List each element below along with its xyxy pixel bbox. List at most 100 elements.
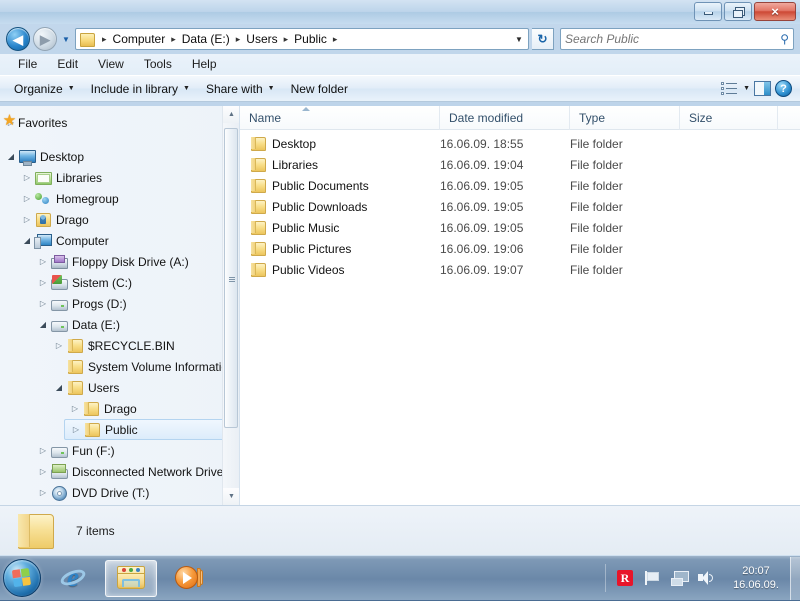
expand-triangle-icon[interactable]: ▷ [36, 446, 50, 455]
folder-icon [249, 157, 267, 173]
menu-edit[interactable]: Edit [47, 54, 88, 75]
navigation-scrollbar[interactable]: ▲ ▼ [222, 106, 239, 505]
menu-file[interactable]: File [8, 54, 47, 75]
address-breadcrumb-bar[interactable]: ▸ Computer ▸ Data (E:) ▸ Users ▸ Public … [75, 28, 529, 50]
tree-item-drago[interactable]: ▷ Drago [64, 398, 239, 419]
refresh-button[interactable]: ↻ [532, 28, 554, 50]
taskbar: e R 20:07 16.06.09. [0, 555, 800, 600]
expand-triangle-icon[interactable]: ▷ [36, 278, 50, 287]
tree-item-dvd-drive-t[interactable]: ▷ DVD Drive (T:) [32, 482, 239, 503]
collapse-triangle-icon[interactable]: ◢ [4, 152, 18, 161]
table-row[interactable]: Public Documents 16.06.09. 19:05 File fold… [240, 175, 800, 196]
tree-item-sistem-c[interactable]: ▷ Sistem (C:) [32, 272, 239, 293]
expand-triangle-icon[interactable]: ▷ [36, 299, 50, 308]
breadcrumb-separator[interactable]: ▸ [232, 34, 245, 45]
expand-triangle-icon[interactable]: ▷ [20, 173, 34, 182]
tree-item-recycle-bin[interactable]: ▷ $RECYCLE.BIN [48, 335, 239, 356]
main-body: ▷ ★ Favorites ◢ Desktop ▷ Libraries ▷ Homegroup ▷… [0, 105, 800, 505]
organize-button[interactable]: Organize ▼ [6, 78, 83, 100]
collapse-triangle-icon[interactable]: ◢ [36, 320, 50, 329]
avira-tray-button[interactable]: R [614, 567, 636, 589]
help-icon[interactable]: ? [775, 80, 792, 97]
expand-triangle-icon[interactable]: ▷ [36, 467, 50, 476]
table-row[interactable]: Desktop 16.06.09. 18:55 File folder [240, 133, 800, 154]
tree-item-favorites[interactable]: ▷ ★ Favorites [0, 112, 239, 133]
tree-item-users[interactable]: ◢ Users [48, 377, 239, 398]
tree-item-fun-f[interactable]: ▷ Fun (F:) [32, 440, 239, 461]
breadcrumb-item-computer[interactable]: Computer [111, 32, 168, 46]
taskbar-item-internet-explorer[interactable]: e [47, 560, 99, 597]
menu-help[interactable]: Help [182, 54, 227, 75]
minimize-button[interactable] [694, 2, 722, 21]
volume-tray-button[interactable] [695, 567, 717, 589]
scroll-up-button[interactable]: ▲ [223, 106, 239, 123]
start-button[interactable] [3, 559, 41, 597]
include-in-library-button[interactable]: Include in library ▼ [83, 78, 198, 100]
folder-icon [66, 359, 84, 375]
breadcrumb-item-users[interactable]: Users [244, 32, 279, 46]
expand-triangle-icon[interactable]: ▷ [36, 488, 50, 497]
preview-pane-icon[interactable] [754, 81, 771, 96]
column-header-type[interactable]: Type [570, 105, 680, 130]
address-dropdown-icon[interactable]: ▼ [512, 35, 526, 44]
breadcrumb-item-data-e[interactable]: Data (E:) [180, 32, 232, 46]
tree-item-data-e[interactable]: ◢ Data (E:) [32, 314, 239, 335]
expand-triangle-icon[interactable]: ▷ [20, 194, 34, 203]
tree-item-homegroup[interactable]: ▷ Homegroup [16, 188, 239, 209]
taskbar-item-windows-explorer[interactable] [105, 559, 157, 597]
tree-item-public[interactable]: ▷ Public [64, 419, 238, 440]
expand-triangle-icon[interactable]: ▷ [68, 404, 82, 413]
taskbar-item-windows-media-player[interactable] [163, 560, 215, 597]
search-box[interactable]: ⚲ [560, 28, 794, 50]
column-header-name[interactable]: Name [240, 105, 440, 130]
expand-triangle-icon[interactable]: ▷ [52, 341, 66, 350]
table-row[interactable]: Libraries 16.06.09. 19:04 File folder [240, 154, 800, 175]
new-folder-button[interactable]: New folder [283, 78, 356, 100]
forward-button[interactable]: ▶ [33, 27, 57, 51]
scroll-down-button[interactable]: ▼ [223, 488, 239, 505]
scrollbar-thumb[interactable] [224, 128, 238, 428]
tree-item-libraries[interactable]: ▷ Libraries [16, 167, 239, 188]
change-view-icon[interactable] [721, 81, 739, 97]
collapse-triangle-icon[interactable]: ◢ [20, 236, 34, 245]
tree-item-desktop[interactable]: ◢ Desktop [0, 146, 239, 167]
tree-item-progs-d[interactable]: ▷ Progs (D:) [32, 293, 239, 314]
expand-triangle-icon[interactable]: ▷ [36, 257, 50, 266]
breadcrumb-separator[interactable]: ▸ [280, 34, 293, 45]
tree-item-system-volume-information[interactable]: System Volume Information [48, 356, 239, 377]
action-center-button[interactable] [641, 567, 663, 589]
column-header-date-modified[interactable]: Date modified [440, 105, 570, 130]
title-bar[interactable]: × [0, 0, 800, 24]
table-row[interactable]: Public Pictures 16.06.09. 19:06 File folde… [240, 238, 800, 259]
volume-icon [697, 570, 715, 586]
table-row[interactable]: Public Videos 16.06.09. 19:07 File folder [240, 259, 800, 280]
menu-view[interactable]: View [88, 54, 134, 75]
recent-pages-button[interactable]: ▼ [60, 27, 72, 51]
menu-tools[interactable]: Tools [134, 54, 182, 75]
breadcrumb-separator[interactable]: ▸ [329, 34, 342, 45]
close-button[interactable]: × [754, 2, 796, 21]
tree-item-computer[interactable]: ◢ Computer [16, 230, 239, 251]
column-header-size[interactable]: Size [680, 105, 778, 130]
back-button[interactable]: ◀ [6, 27, 30, 51]
view-chevron-down-icon[interactable]: ▼ [743, 85, 750, 92]
breadcrumb-separator[interactable]: ▸ [167, 34, 180, 45]
search-input[interactable] [565, 32, 781, 46]
file-name-cell: Public Videos [240, 262, 440, 278]
expand-triangle-icon[interactable]: ▷ [69, 425, 83, 434]
share-with-button[interactable]: Share with ▼ [198, 78, 283, 100]
network-tray-button[interactable] [668, 567, 690, 589]
tree-item-drago[interactable]: ▷ Drago [16, 209, 239, 230]
collapse-triangle-icon[interactable]: ◢ [52, 383, 66, 392]
tree-item-floppy-disk-drive-a[interactable]: ▷ Floppy Disk Drive (A:) [32, 251, 239, 272]
tree-item-disconnected-network-drive-s[interactable]: ▷ Disconnected Network Drive (S:) [32, 461, 239, 482]
show-desktop-button[interactable] [790, 556, 800, 600]
table-row[interactable]: Public Music 16.06.09. 19:05 File folder [240, 217, 800, 238]
close-icon: × [771, 4, 779, 19]
expand-triangle-icon[interactable]: ▷ [20, 215, 34, 224]
breadcrumb-item-public[interactable]: Public [292, 32, 329, 46]
table-row[interactable]: Public Downloads 16.06.09. 19:05 File fold… [240, 196, 800, 217]
clock[interactable]: 20:07 16.06.09. [722, 564, 790, 592]
restore-button[interactable] [724, 2, 752, 21]
monitor-icon [18, 149, 36, 166]
